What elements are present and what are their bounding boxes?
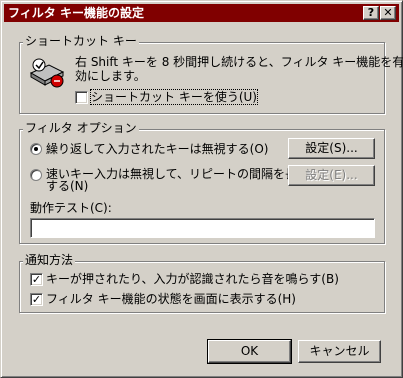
ignore-quick-label-line2[interactable]: する(N) bbox=[46, 179, 88, 193]
filter-keys-dialog: フィルタ キー機能の設定 ? ✕ ショートカット キー 右 Shift キーを … bbox=[0, 0, 403, 378]
radio-selected-dot bbox=[34, 147, 38, 151]
ignore-repeated-label[interactable]: 繰り返して入力されたキーは無視する(O) bbox=[46, 142, 268, 156]
filter-options-group-label: フィルタ オプション bbox=[23, 121, 139, 135]
cancel-button[interactable]: キャンセル bbox=[298, 340, 381, 363]
use-shortcut-checkbox[interactable] bbox=[75, 91, 88, 104]
ignore-quick-radio[interactable] bbox=[30, 169, 42, 181]
beep-label[interactable]: キーが押されたり、入力が認識されたら音を鳴らす(B) bbox=[46, 272, 339, 286]
shortcut-description-line1: 右 Shift キーを 8 秒間押し続けると、フィルタ キー機能を有 bbox=[75, 55, 403, 69]
ignore-repeated-radio[interactable] bbox=[30, 143, 42, 155]
title-bar[interactable]: フィルタ キー機能の設定 ? ✕ bbox=[4, 4, 399, 22]
check-mark-icon: ✓ bbox=[31, 293, 42, 306]
help-button[interactable]: ? bbox=[363, 6, 379, 20]
use-shortcut-label[interactable]: ショートカット キーを使う(U) bbox=[90, 89, 258, 105]
notification-group-label: 通知方法 bbox=[23, 253, 76, 267]
shortcut-description-line2: 効にします。 bbox=[75, 69, 146, 83]
shortcut-group-label: ショートカット キー bbox=[23, 34, 139, 48]
test-area-label: 動作テスト(C): bbox=[30, 201, 112, 215]
window-title: フィルタ キー機能の設定 bbox=[8, 6, 144, 20]
settings-s-button[interactable]: 設定(S)... bbox=[288, 138, 375, 159]
keyboard-accessibility-icon bbox=[27, 57, 67, 89]
close-button[interactable]: ✕ bbox=[380, 6, 396, 20]
beep-checkbox[interactable]: ✓ bbox=[30, 273, 43, 286]
ok-button[interactable]: OK bbox=[207, 339, 292, 364]
settings-e-button[interactable]: 設定(E)... bbox=[288, 165, 375, 186]
show-status-label[interactable]: フィルタ キー機能の状態を画面に表示する(H) bbox=[46, 292, 296, 306]
show-status-checkbox[interactable]: ✓ bbox=[30, 293, 43, 306]
test-input[interactable] bbox=[30, 218, 375, 238]
check-mark-icon: ✓ bbox=[31, 273, 42, 286]
